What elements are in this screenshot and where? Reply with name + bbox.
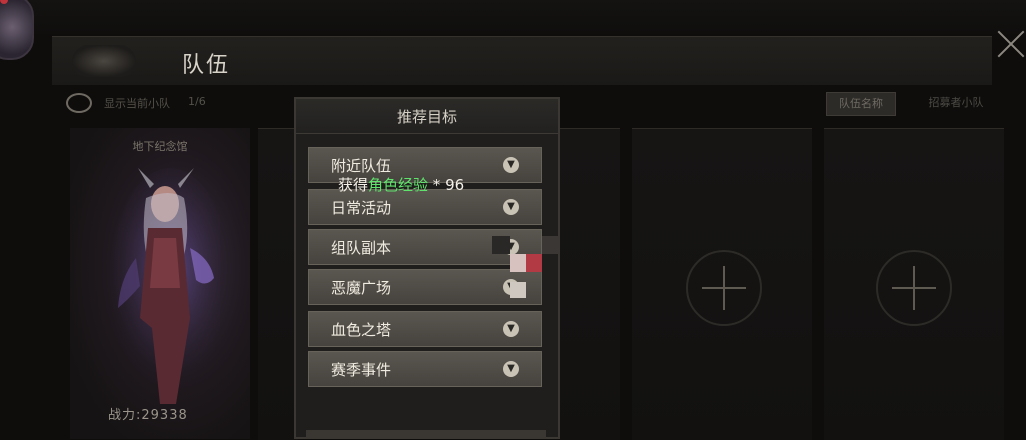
top-bar [0, 0, 1026, 34]
notification-dot [0, 0, 8, 4]
character-portrait [110, 168, 220, 404]
member-count: 1/6 [188, 95, 206, 108]
reward-highlight: 角色经验 [368, 176, 429, 194]
team-visibility-label: 显示当前小队 [104, 97, 170, 110]
player-avatar[interactable] [0, 0, 34, 60]
dialog-header: 推荐目标 [296, 99, 558, 134]
target-item-label: 日常活动 [331, 199, 392, 217]
target-item-label: 血色之塔 [331, 321, 392, 339]
member-slot-2[interactable] [258, 128, 298, 440]
team-name-button[interactable]: 队伍名称 [826, 92, 896, 116]
reward-suffix: * 96 [428, 176, 465, 194]
dialog-bottom-bar [306, 430, 546, 439]
chevron-down-icon[interactable]: ▼ [503, 157, 519, 173]
member-name: 地下纪念馆 [132, 140, 188, 153]
chevron-down-icon[interactable]: ▼ [503, 361, 519, 377]
title-bar: 队伍 [52, 36, 992, 85]
recruit-button[interactable]: 招募者小队 [916, 92, 996, 114]
target-item-blood-tower[interactable]: 血色之塔 ▼ [308, 311, 542, 347]
chevron-down-icon[interactable]: ▼ [503, 199, 519, 215]
chevron-down-icon[interactable]: ▼ [503, 321, 519, 337]
team-emblem-icon [72, 45, 136, 77]
target-item-label: 赛季事件 [331, 361, 392, 379]
reward-prefix: 获得 [338, 176, 369, 194]
target-item-season-event[interactable]: 赛季事件 ▼ [308, 351, 542, 387]
dialog-title: 推荐目标 [396, 108, 457, 126]
close-icon[interactable] [996, 26, 1026, 60]
pixel-mosaic [492, 236, 572, 300]
eye-icon[interactable] [66, 93, 92, 113]
add-member-icon[interactable] [876, 250, 952, 326]
target-item-label: 恶魔广场 [331, 279, 392, 297]
member-power: 战力:29338 [108, 408, 188, 423]
add-member-icon[interactable] [686, 250, 762, 326]
reward-tooltip: 获得角色经验 * 96 [338, 174, 464, 195]
target-item-label: 附近队伍 [331, 157, 392, 175]
member-card[interactable]: 地下纪念馆 战力:29338 [70, 128, 250, 439]
page-title: 队伍 [182, 53, 231, 78]
target-item-label: 组队副本 [331, 239, 392, 257]
